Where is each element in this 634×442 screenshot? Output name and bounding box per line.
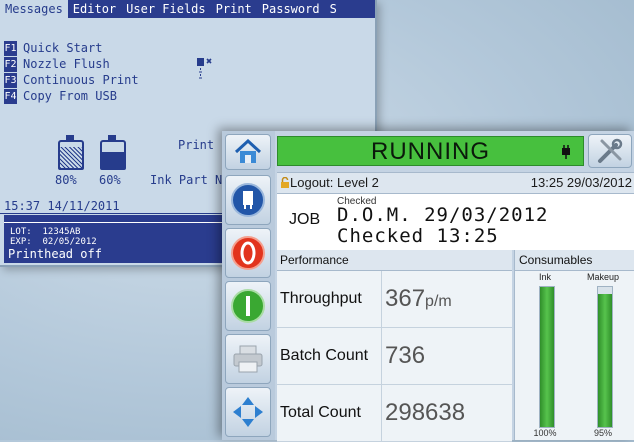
stop-icon: [231, 236, 265, 270]
function-key-f1: F1: [4, 40, 17, 56]
makeup-level-percent: 60%: [99, 173, 121, 187]
tab-password[interactable]: Password: [257, 0, 325, 18]
menu-item-label: Quick Start: [23, 41, 103, 55]
throughput-value: 367: [385, 285, 426, 312]
job-select-icon: [231, 183, 265, 217]
ink-level-gauge: [539, 286, 555, 428]
consumable-ink: Ink 100%: [517, 272, 573, 440]
legacy-function-menu: F1 Quick Start F2 Nozzle Flush F3 Contin…: [4, 40, 139, 104]
lock-icon: [281, 177, 289, 188]
start-icon: [231, 289, 265, 323]
legacy-tab-bar: Messages Editor User Fields Print Passwo…: [0, 0, 375, 18]
login-bar[interactable]: Logout: Level 2 13:25 29/03/2012: [277, 172, 634, 194]
side-button-column: [222, 131, 275, 440]
navigate-button[interactable]: [225, 387, 271, 437]
job-panel[interactable]: JOB Checked D.O.M. 29/03/2012 Checked 13…: [277, 194, 634, 250]
job-message-preview: D.O.M. 29/03/2012 Checked 13:25: [337, 204, 549, 247]
tab-editor[interactable]: Editor: [68, 0, 121, 18]
printer-status: RUNNING: [371, 138, 490, 165]
performance-label: Batch Count: [277, 328, 382, 384]
consumables-panel: Consumables Ink 100% Makeup 95%: [514, 250, 634, 440]
logout-link[interactable]: Logout: Level 2: [290, 175, 379, 190]
total-count-value: 298638: [385, 399, 466, 426]
legacy-datetime: 15:37 14/11/2011: [4, 199, 120, 213]
printhead-status: Printhead off: [8, 247, 102, 261]
function-key-f4: F4: [4, 88, 17, 104]
throughput-unit: p/m: [425, 293, 452, 310]
performance-row-batch-count: Batch Count 736: [277, 328, 512, 385]
menu-item-nozzle-flush[interactable]: F2 Nozzle Flush: [4, 56, 139, 72]
home-button[interactable]: [225, 134, 271, 170]
menu-item-quick-start[interactable]: F1 Quick Start: [4, 40, 139, 56]
makeup-level-fill: [598, 294, 612, 427]
function-key-f3: F3: [4, 72, 17, 88]
touch-printer-screen: RUNNING Logout: Level 2 13:25 29/03/2012…: [222, 131, 634, 442]
performance-title: Performance: [277, 250, 512, 271]
consumable-percent: 100%: [533, 428, 557, 438]
batch-count-value: 736: [385, 342, 426, 369]
performance-label: Throughput: [277, 271, 382, 327]
menu-item-label: Copy From USB: [23, 89, 117, 103]
menu-item-copy-from-usb[interactable]: F4 Copy From USB: [4, 88, 139, 104]
makeup-bottle-icon: [100, 135, 126, 170]
plug-icon: [562, 145, 570, 159]
printer-icon: [233, 345, 263, 373]
consumable-makeup: Makeup 95%: [575, 272, 631, 440]
performance-panel: Performance Throughput 367p/m Batch Coun…: [277, 250, 512, 442]
consumable-percent: 95%: [593, 428, 612, 438]
consumable-name: Ink: [538, 272, 551, 282]
printer-status-banner[interactable]: RUNNING: [277, 136, 584, 166]
performance-row-total-count: Total Count 298638: [277, 385, 512, 442]
start-button[interactable]: [225, 281, 271, 331]
menu-item-continuous-print[interactable]: F3 Continuous Print: [4, 72, 139, 88]
home-icon: [234, 139, 262, 163]
print-button[interactable]: [225, 334, 271, 384]
nozzle-icon: [197, 58, 212, 79]
ink-level-percent: 80%: [55, 173, 77, 187]
performance-row-throughput: Throughput 367p/m: [277, 271, 512, 328]
ink-level-fill: [540, 287, 554, 427]
tab-print[interactable]: Print: [211, 0, 257, 18]
job-label: JOB: [289, 211, 321, 228]
tab-s[interactable]: S: [325, 0, 342, 18]
tab-messages[interactable]: Messages: [0, 0, 68, 18]
performance-label: Total Count: [277, 385, 382, 441]
tools-button[interactable]: [588, 134, 632, 168]
stop-button[interactable]: [225, 228, 271, 278]
ink-part-label: Ink Part N: [150, 173, 223, 187]
tab-user-fields[interactable]: User Fields: [121, 0, 210, 18]
menu-item-label: Nozzle Flush: [23, 57, 110, 71]
navigate-arrows-icon: [233, 397, 263, 427]
current-datetime: 13:25 29/03/2012: [530, 175, 632, 190]
menu-item-label: Continuous Print: [23, 73, 139, 87]
job-select-button[interactable]: [225, 175, 271, 225]
consumables-title: Consumables: [515, 250, 634, 271]
ink-bottle-icon: [58, 135, 84, 170]
makeup-level-gauge: [597, 286, 613, 428]
print-count-label: Print c: [178, 138, 229, 152]
message-content: LOT: 12345AB EXP: 02/05/2012: [10, 227, 97, 247]
consumable-name: Makeup: [586, 272, 620, 282]
function-key-f2: F2: [4, 56, 17, 72]
performance-value: 367p/m: [385, 271, 452, 327]
tools-icon: [598, 138, 623, 163]
